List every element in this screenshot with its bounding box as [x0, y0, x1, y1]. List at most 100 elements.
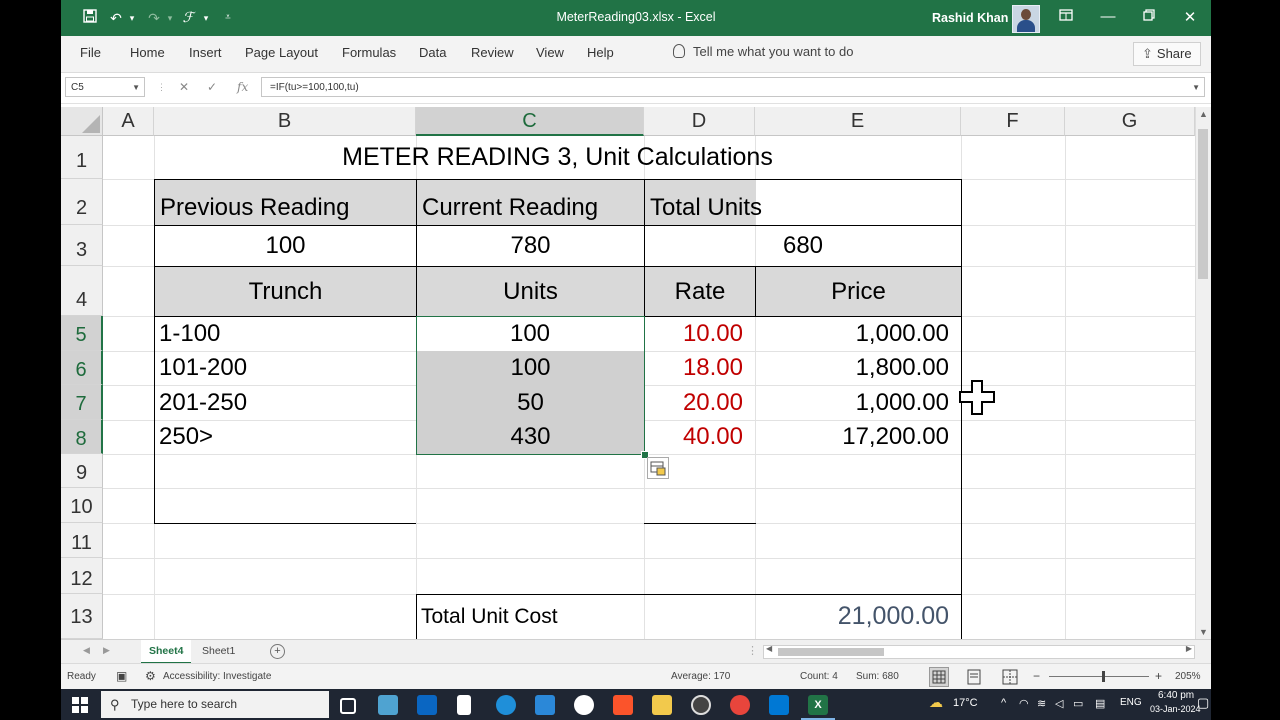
wifi-icon[interactable]: ≋ [1037, 697, 1046, 710]
zoom-in-icon[interactable]: + [1155, 669, 1162, 683]
normal-view-icon[interactable] [929, 667, 949, 687]
windows-start-icon[interactable] [72, 697, 88, 718]
tell-me-search[interactable]: Tell me what you want to do [673, 44, 853, 59]
clock-time[interactable]: 6:40 pm [1158, 690, 1194, 701]
menu-file[interactable]: File [80, 45, 101, 60]
zoom-out-icon[interactable]: − [1033, 669, 1040, 683]
total-unit-cost-value[interactable]: 21,000.00 [755, 594, 961, 639]
row-header-5[interactable]: 5 [61, 316, 103, 351]
units-cell[interactable]: 50 [417, 385, 644, 420]
row-header-11[interactable]: 11 [61, 523, 103, 558]
row-header-7[interactable]: 7 [61, 385, 103, 420]
scroll-thumb[interactable] [778, 648, 884, 656]
page-break-view-icon[interactable] [1001, 668, 1019, 689]
row-header-9[interactable]: 9 [61, 454, 103, 488]
tab-splitter-icon[interactable]: ⋮ [747, 644, 758, 657]
zoom-slider[interactable] [1049, 671, 1149, 682]
recorder-app-icon[interactable] [691, 695, 711, 715]
trunch-header[interactable]: Trunch [154, 266, 417, 317]
units-header[interactable]: Units [416, 266, 645, 317]
trunch-cell[interactable]: 250> [154, 420, 416, 454]
store-app-icon[interactable] [535, 695, 555, 715]
horizontal-scrollbar[interactable]: ◀ ▶ [763, 644, 1195, 659]
document-app-icon[interactable] [457, 695, 471, 715]
menu-review[interactable]: Review [471, 45, 514, 60]
tab-sheet1[interactable]: Sheet1 [194, 640, 243, 662]
restore-icon[interactable] [1139, 8, 1159, 25]
units-cell[interactable]: 430 [417, 420, 644, 454]
sheet-title[interactable]: METER READING 3, Unit Calculations [154, 136, 961, 179]
notifications-icon[interactable]: ▢ [1197, 695, 1209, 711]
name-box[interactable]: C5 ▼ [65, 77, 145, 97]
row-header-1[interactable]: 1 [61, 136, 103, 179]
row-header-2[interactable]: 2 [61, 179, 103, 225]
brave-browser-icon[interactable] [613, 695, 633, 715]
accessibility-icon[interactable]: ⚙ [145, 669, 156, 683]
price-header[interactable]: Price [755, 266, 962, 317]
scroll-up-icon[interactable]: ▲ [1199, 109, 1208, 119]
scroll-down-icon[interactable]: ▼ [1199, 627, 1208, 637]
zoom-level[interactable]: 205% [1175, 671, 1201, 682]
chrome-browser-icon[interactable] [730, 695, 750, 715]
weather-temp[interactable]: 17°C [953, 697, 978, 709]
tab-next-icon[interactable]: ▶ [103, 645, 110, 656]
minimize-icon[interactable]: — [1098, 8, 1118, 25]
user-name[interactable]: Rashid Khan [932, 11, 1008, 25]
price-cell[interactable]: 1,800.00 [755, 351, 961, 385]
column-header-e[interactable]: E [755, 107, 961, 136]
total-unit-cost-label[interactable]: Total Unit Cost [416, 594, 644, 639]
scroll-left-icon[interactable]: ◀ [766, 644, 772, 653]
window-app-icon[interactable] [417, 695, 437, 715]
notepad-app-icon[interactable] [378, 695, 398, 715]
column-header-f[interactable]: F [961, 107, 1065, 136]
vscode-app-icon[interactable] [769, 695, 789, 715]
total-units-value[interactable]: 680 [644, 225, 962, 267]
menu-view[interactable]: View [536, 45, 564, 60]
excel-app-icon[interactable]: X [808, 695, 828, 715]
snagit-app-icon[interactable] [574, 695, 594, 715]
rate-cell[interactable]: 40.00 [644, 420, 755, 454]
row-header-13[interactable]: 13 [61, 594, 103, 639]
clock-date[interactable]: 03-Jan-2024 [1150, 704, 1201, 714]
trunch-cell[interactable]: 201-250 [154, 385, 416, 420]
trunch-cell[interactable]: 101-200 [154, 351, 416, 385]
row-header-3[interactable]: 3 [61, 225, 103, 266]
units-cell-active[interactable]: 100 [417, 317, 643, 350]
splitter-icon[interactable]: ⋮ [157, 82, 166, 93]
column-header-c[interactable]: C [416, 107, 644, 136]
row-header-8[interactable]: 8 [61, 420, 103, 454]
page-layout-view-icon[interactable] [965, 668, 983, 689]
menu-home[interactable]: Home [130, 45, 165, 60]
row-header-10[interactable]: 10 [61, 488, 103, 523]
rate-header[interactable]: Rate [644, 266, 756, 317]
share-button[interactable]: ⇪ Share [1133, 42, 1201, 66]
weather-icon[interactable]: ☁ [929, 694, 943, 711]
column-header-b[interactable]: B [154, 107, 416, 136]
rate-cell[interactable]: 20.00 [644, 385, 755, 420]
tab-prev-icon[interactable]: ◀ [83, 645, 90, 656]
enter-icon[interactable]: ✓ [207, 80, 217, 94]
battery-icon[interactable]: ▭ [1073, 697, 1083, 710]
cancel-icon[interactable]: ✕ [179, 80, 189, 94]
show-hidden-icons[interactable]: ^ [1001, 697, 1006, 709]
file-explorer-icon[interactable] [652, 695, 672, 715]
trunch-cell[interactable]: 1-100 [154, 316, 416, 351]
network-icon[interactable]: ◠ [1019, 697, 1029, 710]
status-count[interactable]: Count: 4 [800, 671, 838, 682]
row-header-6[interactable]: 6 [61, 351, 103, 385]
zoom-slider-thumb[interactable] [1102, 671, 1105, 682]
rate-cell[interactable]: 18.00 [644, 351, 755, 385]
chevron-down-icon[interactable]: ▼ [132, 78, 140, 98]
current-reading-label[interactable]: Current Reading [416, 179, 645, 226]
menu-formulas[interactable]: Formulas [342, 45, 396, 60]
menu-help[interactable]: Help [587, 45, 614, 60]
scroll-right-icon[interactable]: ▶ [1186, 644, 1192, 653]
previous-reading-value[interactable]: 100 [154, 225, 417, 267]
quick-analysis-icon[interactable] [647, 457, 669, 479]
macro-record-icon[interactable]: ▣ [116, 669, 127, 683]
rate-cell[interactable]: 10.00 [644, 316, 755, 351]
volume-icon[interactable]: ◁ [1055, 697, 1063, 710]
keyboard-icon[interactable]: ▤ [1095, 697, 1105, 710]
insert-function-icon[interactable]: fx [237, 80, 248, 94]
menu-insert[interactable]: Insert [189, 45, 222, 60]
